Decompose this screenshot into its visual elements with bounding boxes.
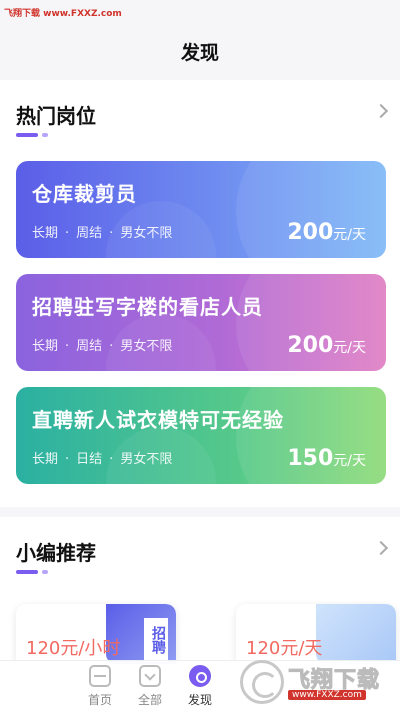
card-image (316, 604, 396, 664)
watermark-url: www.FXXZ.com (288, 690, 366, 700)
hot-jobs-title: 热门岗位 (16, 104, 96, 128)
job-card[interactable]: 仓库裁剪员 长期 · 周结 · 男女不限 200元/天 (16, 161, 386, 258)
recommend-title: 小编推荐 (16, 541, 96, 565)
job-title: 招聘驻写字楼的看店人员 (32, 295, 263, 319)
job-card[interactable]: 直聘新人试衣模特可无经验 长期 · 日结 · 男女不限 150元/天 (16, 387, 386, 484)
chevron-right-icon[interactable] (373, 540, 389, 556)
job-price: 150元/天 (287, 446, 366, 471)
hot-jobs-section: 热门岗位 仓库裁剪员 长期 · 周结 · 男女不限 200元/天 招聘驻写字楼的看店人员… (0, 80, 400, 507)
tab-discover[interactable]: 发现 (170, 665, 230, 708)
job-price: 200元/天 (287, 220, 366, 245)
card-price: 120元/小时 (26, 638, 121, 659)
discover-icon (189, 665, 211, 687)
tab-label: 发现 (187, 693, 212, 707)
logo-icon (240, 660, 284, 704)
watermark-text: 飞翔下载 www.FXXZ.com (4, 9, 122, 19)
chevron-right-icon[interactable] (373, 103, 389, 119)
recommend-card[interactable]: 120元/天 (236, 604, 396, 667)
card-price: 120元/天 (246, 638, 323, 659)
job-tags: 长期 · 日结 · 男女不限 (32, 452, 173, 467)
job-price: 200元/天 (287, 333, 366, 358)
recruit-badge: 招聘 (144, 618, 168, 662)
list-icon (139, 665, 161, 687)
recommend-section: 小编推荐 招聘 120元/小时 120元/天 (0, 517, 400, 667)
recommend-card[interactable]: 招聘 120元/小时 (16, 604, 176, 667)
watermark-logo: 飞翔下载 www.FXXZ.com (240, 660, 390, 704)
job-tags: 长期 · 周结 · 男女不限 (32, 339, 173, 354)
job-title: 直聘新人试衣模特可无经验 (32, 408, 284, 432)
page-title: 发现 (180, 42, 219, 64)
job-card[interactable]: 招聘驻写字楼的看店人员 长期 · 周结 · 男女不限 200元/天 (16, 274, 386, 371)
job-title: 仓库裁剪员 (32, 182, 137, 206)
job-tags: 长期 · 周结 · 男女不限 (32, 226, 173, 241)
home-icon (89, 665, 111, 687)
